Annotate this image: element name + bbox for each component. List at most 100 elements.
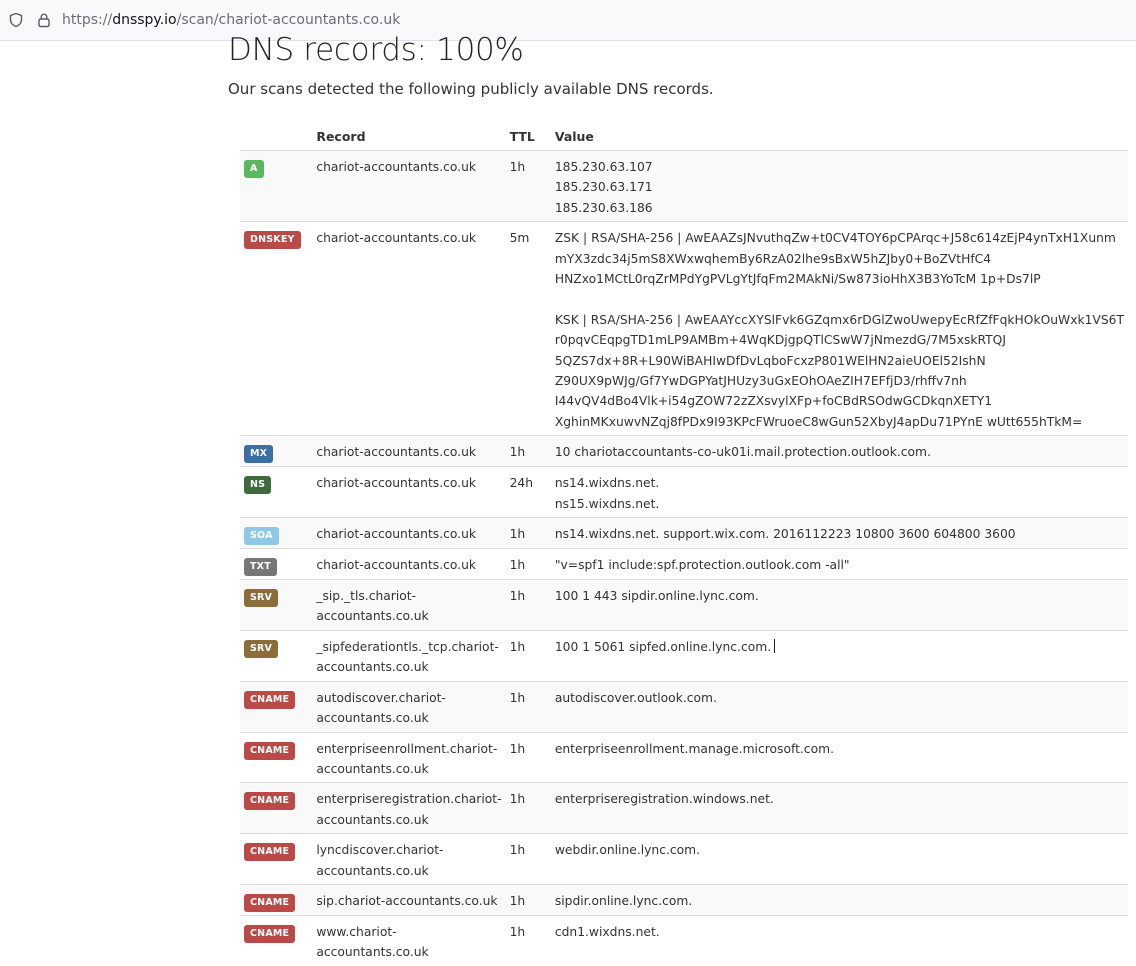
- record-ttl: 1h: [505, 914, 551, 966]
- table-row: MX chariot-accountants.co.uk 1h 10 chariota…: [240, 435, 1128, 467]
- table-row: CNAME lyncdiscover.chariot-accountants.co…: [240, 833, 1128, 885]
- record-type-badge: CNAME: [244, 924, 296, 943]
- value-line: sipdir.online.lync.com.: [554, 893, 693, 908]
- record-name: lyncdiscover.chariot-accountants.co.uk: [312, 833, 506, 885]
- text-cursor: [774, 638, 776, 653]
- record-type-badge: SRV: [244, 639, 279, 658]
- value-line: cdn1.wixdns.net.: [554, 924, 660, 939]
- lock-icon[interactable]: [36, 12, 52, 28]
- table-row: Achariot-accountants.co.uk 1h 185.230.63.1…: [240, 149, 1128, 222]
- record-name: chariot-accountants.co.uk: [312, 149, 506, 222]
- header-type: [240, 124, 313, 151]
- record-value: 185.230.63.107 185.230.63.171 185.230.63.1…: [550, 149, 1128, 222]
- value-line: ns15.wixdns.net.: [554, 496, 660, 511]
- table-row: CNAME autodiscover.chariot-accountants.co…: [240, 680, 1128, 733]
- url-host: dnsspy.io: [112, 12, 177, 28]
- record-type-cell: A: [240, 149, 313, 222]
- record-value: sipdir.online.lync.com.: [550, 883, 1128, 916]
- record-type-badge: SRV: [244, 589, 279, 608]
- shield-icon[interactable]: [8, 12, 24, 28]
- record-name: sip.chariot-accountants.co.uk: [312, 883, 506, 916]
- record-value: cdn1.wixdns.net.: [550, 914, 1128, 966]
- record-type-cell: CNAME: [240, 883, 313, 916]
- url-path: /scan/chariot-accountants.co.uk: [176, 12, 401, 28]
- record-ttl: 1h: [505, 517, 551, 549]
- record-type-badge: NS: [244, 476, 272, 495]
- header-value: Value: [550, 124, 1128, 151]
- browser-url-bar[interactable]: https://dnsspy.io/scan/chariot-accountan…: [0, 0, 1136, 41]
- record-type-cell: CNAME: [240, 914, 313, 966]
- table-row: DNSKEY chariot-accountants.co.uk 5m ZSK | R…: [240, 221, 1128, 436]
- record-type-cell: TXT: [240, 548, 313, 580]
- record-ttl: 1h: [505, 579, 551, 631]
- record-ttl: 5m: [505, 221, 551, 436]
- url-prefix: https://: [62, 12, 113, 28]
- record-name: chariot-accountants.co.uk: [312, 548, 506, 580]
- value-line: autodiscover.outlook.com.: [554, 690, 717, 705]
- record-type-badge: MX: [244, 445, 274, 464]
- header-record: Record: [312, 124, 506, 151]
- record-ttl: 1h: [505, 680, 551, 733]
- table-header-row: Record TTL Value: [240, 124, 1128, 151]
- value-line: I44vQV4dBo4Vlk+i54gZOW72zZXsvylXFp+foCBd…: [554, 394, 993, 409]
- table-row: CNAME sip.chariot-accountants.co.uk 1h sipd…: [240, 883, 1128, 916]
- table-row: CNAME enterpriseenrollment.chariot-accoun…: [240, 731, 1128, 783]
- table-row: SRV _sipfederationtls._tcp.chariot-accoun…: [240, 629, 1128, 682]
- record-type-cell: CNAME: [240, 782, 313, 834]
- table-row: NS chariot-accountants.co.uk 24h ns14.wixdn…: [240, 466, 1128, 518]
- record-value: 100 1 443 sipdir.online.lync.com.: [550, 579, 1128, 631]
- record-type-cell: NS: [240, 466, 313, 518]
- record-ttl: 24h: [505, 466, 551, 518]
- value-line: ZSK | RSA/SHA-256 | AwEAAZsJNvuthqZw+t0C…: [554, 231, 1116, 246]
- value-line: ns14.wixdns.net. support.wix.com. 201611…: [554, 527, 1016, 542]
- record-name: www.chariot-accountants.co.uk: [312, 914, 506, 966]
- value-line: enterpriseregistration.windows.net.: [554, 792, 774, 807]
- value-spacer: [555, 289, 1124, 309]
- record-name: chariot-accountants.co.uk: [312, 435, 506, 467]
- record-name: enterpriseregistration.chariot-accountan…: [312, 782, 506, 834]
- page-title: DNS records: 100%: [228, 32, 524, 68]
- value-line: 10 chariotaccountants-co-uk01i.mail.prot…: [554, 445, 931, 460]
- record-value: webdir.online.lync.com.: [550, 833, 1128, 885]
- record-type-cell: SOA: [240, 517, 313, 549]
- value-line: "v=spf1 include:spf.protection.outlook.c…: [554, 558, 850, 573]
- value-line: HNZxo1MCtL0rqZrMPdYgPVLgYtJfqFm2MAkNi/Sw…: [554, 272, 1041, 287]
- record-ttl: 1h: [505, 149, 551, 222]
- value-line: 100 1 5061 sipfed.online.lync.com.: [555, 637, 1124, 657]
- record-type-cell: DNSKEY: [240, 221, 313, 436]
- record-ttl: 1h: [505, 548, 551, 580]
- record-type-cell: CNAME: [240, 731, 313, 783]
- value-line: mYX3zdc34j5mS8XWxwqhemBy6RzA02lhe9sBxW5h…: [554, 251, 992, 266]
- record-value: ns14.wixdns.net. support.wix.com. 201611…: [550, 517, 1128, 549]
- value-line: r0pqvCEqpgTD1mLP9AMBm+4WqKDjgpQTlCSwW7jN…: [554, 333, 1006, 348]
- record-name: chariot-accountants.co.uk: [312, 466, 506, 518]
- table-row: CNAME enterpriseregistration.chariot-acco…: [240, 782, 1128, 834]
- table-row: SOA chariot-accountants.co.uk 1h ns14.wixdn…: [240, 517, 1128, 549]
- value-line: enterpriseenrollment.manage.microsoft.co…: [554, 741, 834, 756]
- record-value: 10 chariotaccountants-co-uk01i.mail.prot…: [550, 435, 1128, 467]
- record-name: chariot-accountants.co.uk: [312, 517, 506, 549]
- value-line: 100 1 443 sipdir.online.lync.com.: [554, 589, 759, 604]
- record-type-cell: SRV: [240, 629, 313, 682]
- url-text[interactable]: https://dnsspy.io/scan/chariot-accountan…: [62, 12, 400, 28]
- value-line: Z90UX9pWJg/Gf7YwDGPYatJHUzy3uGxEOhOAeZIH…: [554, 374, 967, 389]
- table-row: SRV _sip._tls.chariot-accountants.co.uk 1h…: [240, 579, 1128, 631]
- record-value: autodiscover.outlook.com.: [550, 680, 1128, 733]
- record-type-badge: CNAME: [244, 893, 296, 912]
- record-type-badge: CNAME: [244, 843, 296, 862]
- record-type-cell: MX: [240, 435, 313, 467]
- value-line: 185.230.63.186: [554, 200, 653, 215]
- record-value: enterpriseregistration.windows.net.: [550, 782, 1128, 834]
- record-type-cell: CNAME: [240, 833, 313, 885]
- record-type-cell: CNAME: [240, 680, 313, 733]
- value-line: 185.230.63.171: [554, 180, 653, 195]
- record-ttl: 1h: [505, 883, 551, 916]
- record-type-badge: CNAME: [244, 690, 296, 709]
- table-row: CNAME www.chariot-accountants.co.uk 1h cdn1…: [240, 914, 1128, 966]
- dns-records-table: Record TTL Value Achariot-accountants.co…: [240, 124, 1128, 966]
- record-ttl: 1h: [505, 731, 551, 783]
- record-value: "v=spf1 include:spf.protection.outlook.c…: [550, 548, 1128, 580]
- page-intro: Our scans detected the following publicl…: [228, 80, 714, 98]
- record-type-badge: TXT: [244, 558, 277, 577]
- record-type-badge: SOA: [244, 527, 279, 546]
